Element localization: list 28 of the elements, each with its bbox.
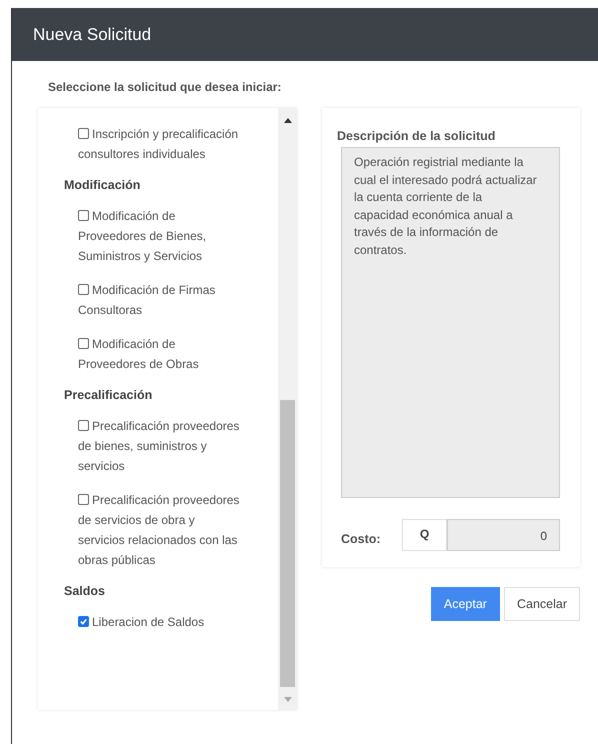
checkbox-option[interactable]: Inscripción y precalificación consultores individuales bbox=[78, 124, 243, 164]
checkbox-option[interactable]: Modificación de Proveedores de Bienes, Suministros y Servicios bbox=[78, 206, 243, 266]
scrollbar[interactable] bbox=[278, 108, 297, 710]
cancel-button[interactable]: Cancelar bbox=[504, 587, 580, 621]
cost-field: 0 bbox=[447, 519, 560, 551]
description-field: Operación registrial mediante la cual el interesado podrá actualizar la cuenta corriente de la capacidad económica anual a través de la información de contratos. bbox=[341, 147, 560, 498]
cost-label: Costo: bbox=[341, 531, 382, 546]
checkbox-option[interactable]: Precalificación proveedores de servicios de obra y servicios relacionados con las obras públicas bbox=[78, 490, 243, 570]
window-title: Nueva Solicitud bbox=[33, 24, 152, 44]
checkbox-option[interactable]: Precalificación proveedores de bienes, suministros y servicios bbox=[78, 416, 243, 476]
group-heading: Precalificación bbox=[64, 388, 154, 402]
checkbox-option[interactable]: Modificación de Firmas Consultoras bbox=[78, 280, 243, 320]
checkbox[interactable] bbox=[78, 128, 89, 139]
group-heading: Modificación bbox=[64, 178, 142, 192]
currency-addon: Q bbox=[402, 519, 447, 551]
checkbox-option[interactable]: Liberacion de Saldos bbox=[78, 612, 243, 632]
checkbox[interactable] bbox=[78, 338, 89, 349]
group-heading: Saldos bbox=[64, 584, 106, 598]
description-label: Descripción de la solicitud bbox=[337, 129, 496, 143]
checkbox[interactable] bbox=[78, 210, 89, 221]
scroll-up-icon[interactable] bbox=[284, 118, 292, 123]
checkbox[interactable] bbox=[78, 494, 89, 505]
checkbox[interactable] bbox=[78, 284, 89, 295]
scroll-thumb[interactable] bbox=[280, 400, 295, 687]
checkbox-option[interactable]: Modificación de Proveedores de Obras bbox=[78, 334, 243, 374]
prompt-label: Seleccione la solicitud que desea iniciar: bbox=[48, 80, 282, 94]
checkbox[interactable] bbox=[78, 616, 89, 627]
checkbox[interactable] bbox=[78, 420, 89, 431]
